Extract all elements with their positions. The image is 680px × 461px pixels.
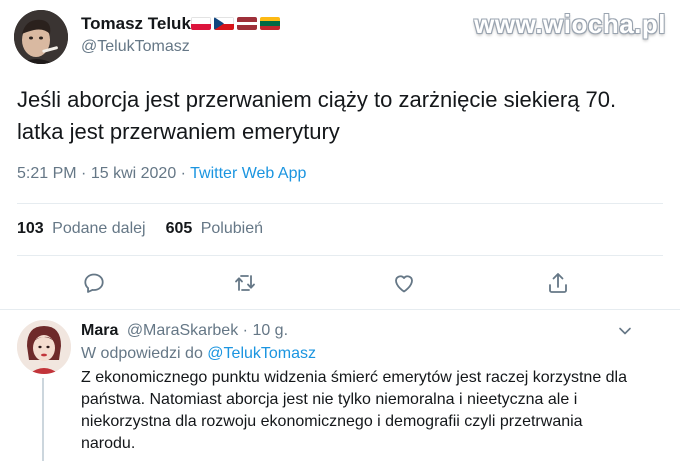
latvia-flag-icon — [237, 17, 257, 30]
reply-to-line: W odpowiedzi do @TelukTomasz — [81, 345, 316, 363]
reply-to-label: W odpowiedzi do — [81, 345, 203, 362]
divider — [17, 203, 663, 204]
reply-icon — [84, 273, 104, 293]
meta-separator: · — [180, 165, 186, 182]
reply-author-avatar-image — [17, 320, 71, 374]
author-avatar[interactable] — [14, 10, 68, 64]
author-handle[interactable]: @TelukTomasz — [81, 38, 190, 56]
tweet-meta: 5:21 PM · 15 kwi 2020 · Twitter Web App — [17, 165, 306, 183]
reply-age[interactable]: 10 g. — [252, 322, 288, 339]
thread-line — [42, 378, 44, 461]
lithuania-flag-icon — [260, 17, 280, 30]
chevron-down-icon[interactable] — [618, 324, 632, 338]
watermark: www.wiocha.pl — [474, 9, 666, 39]
divider — [0, 309, 680, 310]
like-button[interactable] — [391, 270, 417, 296]
reply-author-avatar[interactable] — [17, 320, 71, 374]
retweets-count: 103 — [17, 220, 44, 237]
likes-stat[interactable]: 605 Polubień — [166, 220, 263, 238]
share-icon — [549, 273, 567, 293]
likes-label: Polubień — [200, 220, 264, 237]
reply-to-mention[interactable]: @TelukTomasz — [207, 345, 316, 362]
retweets-stat[interactable]: 103 Podane dalej — [17, 220, 146, 238]
divider — [17, 255, 663, 256]
poland-flag-icon — [191, 17, 211, 30]
retweets-label: Podane dalej — [52, 220, 146, 237]
retweet-button[interactable] — [232, 270, 258, 296]
tweet-stats: 103 Podane dalej 605 Polubień — [17, 220, 263, 238]
reply-author-name[interactable]: Mara — [81, 322, 118, 339]
tweet-time[interactable]: 5:21 PM — [17, 165, 77, 182]
reply-text: Z ekonomicznego punktu widzenia śmierć e… — [81, 369, 628, 452]
reply-button[interactable] — [81, 270, 107, 296]
likes-count: 605 — [165, 220, 193, 237]
flag-emoji-list — [191, 17, 280, 30]
meta-separator: · — [81, 165, 87, 182]
reply-dot: · — [242, 322, 248, 339]
author-name[interactable]: Tomasz Teluk — [81, 14, 191, 34]
author-avatar-image — [14, 10, 68, 64]
like-icon — [395, 275, 413, 293]
tweet-text: Jeśli aborcja jest przerwaniem ciąży to … — [17, 87, 617, 144]
reply-header: Mara @MaraSkarbek · 10 g. — [81, 322, 288, 340]
czech-flag-icon — [214, 17, 234, 30]
share-button[interactable] — [545, 270, 571, 296]
tweet-source-app[interactable]: Twitter Web App — [190, 165, 306, 182]
tweet-date[interactable]: 15 kwi 2020 — [91, 165, 176, 182]
reply-tweet[interactable]: Mara @MaraSkarbek · 10 g. W odpowiedzi d… — [0, 311, 680, 461]
retweet-icon — [235, 275, 255, 291]
reply-author-handle[interactable]: @MaraSkarbek — [127, 322, 238, 339]
